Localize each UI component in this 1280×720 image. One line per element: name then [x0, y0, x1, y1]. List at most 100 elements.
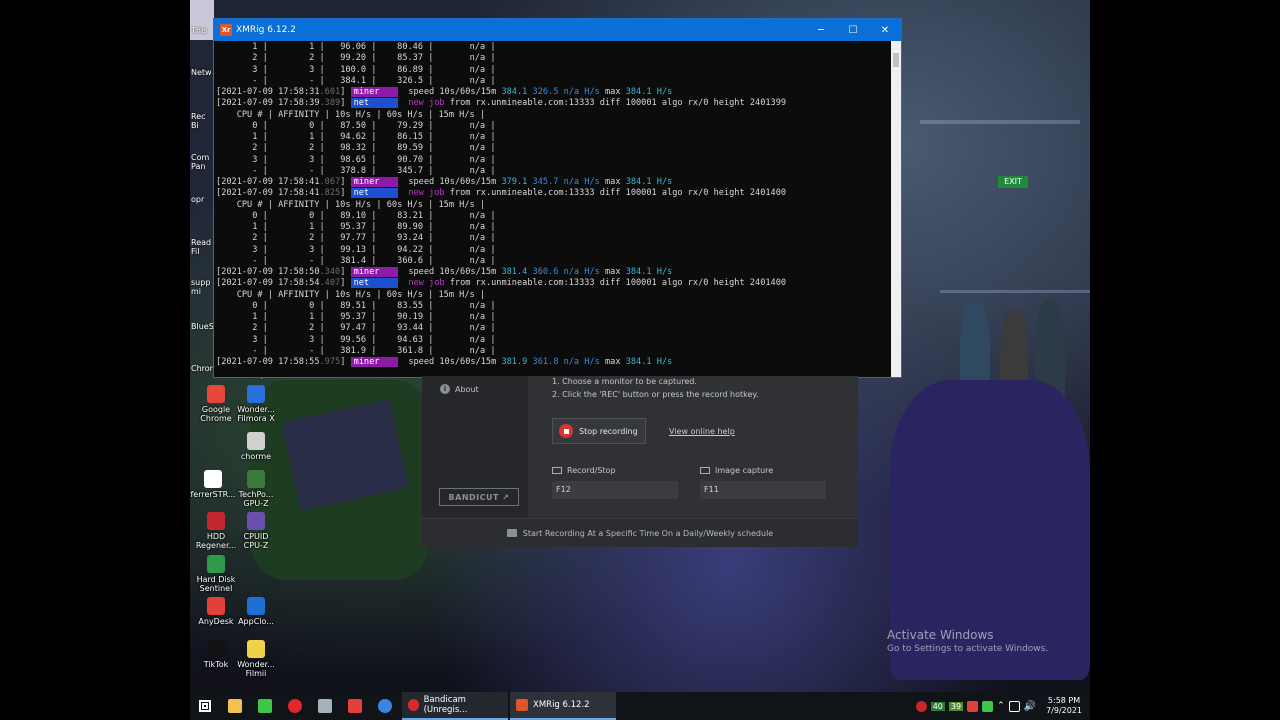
- image-capture-hotkey-field[interactable]: F11: [700, 481, 826, 499]
- speed-15m: n/a: [433, 300, 486, 311]
- affinity-value: 1: [267, 222, 315, 232]
- desktop-icon-edge-label[interactable]: Netw: [191, 68, 213, 77]
- schedule-icon: [506, 529, 517, 537]
- desktop-icon-edge-label[interactable]: Read Fil: [191, 238, 213, 256]
- volume-icon[interactable]: 🔊: [1024, 701, 1036, 712]
- console-line: 0 | 0 | 89.51 | 83.55 | n/a |: [236, 300, 496, 311]
- file-explorer-icon[interactable]: [220, 692, 250, 720]
- bandicam-sidebar: i About BANDICUT ↗: [422, 376, 528, 518]
- desktop-icon-edge-label[interactable]: opr: [191, 195, 213, 204]
- instruction-step-1: 1. Choose a monitor to be captured.: [552, 377, 697, 386]
- close-icon[interactable]: ✕: [869, 19, 901, 41]
- xmrig-titlebar[interactable]: Xr XMRig 6.12.2 ─ ☐ ✕: [214, 19, 901, 41]
- desktop-icon-edge-label[interactable]: Com Pan: [191, 153, 213, 171]
- log-time: 2021-07-09 17:58:41: [221, 188, 320, 199]
- speed-10s: 96.06: [324, 42, 367, 52]
- ceiling-light: [920, 120, 1080, 124]
- desktop-icon-edge-label[interactable]: BlueS: [191, 322, 213, 331]
- desktop-icon-label: Wonder... Filmii: [237, 660, 275, 678]
- greenshot-tray-icon[interactable]: [982, 700, 994, 712]
- about-menu-item[interactable]: i About: [440, 384, 479, 394]
- stop-recording-button[interactable]: Stop recording: [552, 418, 646, 444]
- speed-10s: 384.1: [501, 87, 528, 97]
- xmrig-app-icon: Xr: [220, 24, 232, 36]
- desktop-icon[interactable]: chorme: [233, 432, 279, 461]
- network-icon[interactable]: [1008, 700, 1020, 712]
- console-line: 3 | 3 | 99.13 | 94.22 | n/a |: [236, 244, 496, 255]
- tray-counter-2[interactable]: 39: [948, 701, 964, 711]
- hashrate-table-header: CPU # | AFFINITY | 10s H/s | 60s H/s | 1…: [216, 289, 486, 300]
- taskbar-app-button[interactable]: XMRig 6.12.2: [510, 692, 616, 720]
- stop-icon: [559, 424, 573, 438]
- cpu-index: 3: [236, 334, 258, 345]
- job-height: 2401400: [749, 278, 787, 289]
- app-icon: [247, 470, 265, 488]
- desktop-icon-edge-label[interactable]: Chrom: [191, 364, 213, 373]
- record-tray-icon[interactable]: [915, 700, 927, 712]
- app-icon: [408, 699, 419, 711]
- taskbar-glyph: [318, 699, 332, 713]
- desktop-icon-label: ferrerSTR...: [190, 490, 236, 499]
- browser-icon[interactable]: [370, 692, 400, 720]
- start-icon[interactable]: [190, 692, 220, 720]
- console-scrollbar[interactable]: [891, 41, 901, 377]
- maximize-icon[interactable]: ☐: [837, 19, 869, 41]
- greenshot-icon[interactable]: [250, 692, 280, 720]
- console-line: - | - | 378.8 | 345.7 | n/a |: [236, 165, 496, 176]
- record-stop-hotkey-field[interactable]: F12: [552, 481, 678, 499]
- clock[interactable]: 5:58 PM 7/9/2021: [1046, 696, 1082, 716]
- desktop-icon-edge-label[interactable]: supp mi: [191, 278, 213, 296]
- console-line: [2021-07-09 17:58:41.825] net new job fr…: [216, 188, 787, 199]
- speed-60s: 90.70: [376, 154, 424, 165]
- speed-15m: n/a: [433, 244, 486, 255]
- job-algo: rx/0: [687, 278, 709, 289]
- opera-icon[interactable]: [280, 692, 310, 720]
- speed-15m: n/a: [433, 120, 486, 131]
- affinity-value: -: [267, 165, 315, 176]
- console-output[interactable]: 1 | 1 | 96.06 | 80.46 | n/a | 2 | 2 | 99…: [214, 41, 891, 377]
- vmware-icon[interactable]: [310, 692, 340, 720]
- tray-counter-1[interactable]: 40: [930, 701, 945, 711]
- cpu-index: 0: [236, 210, 258, 221]
- app-icon: [247, 385, 265, 403]
- log-ms: .407: [319, 278, 341, 289]
- scrollbar-thumb[interactable]: [893, 53, 899, 67]
- bandicut-logo-button[interactable]: BANDICUT ↗: [439, 488, 519, 506]
- net-tag: net: [350, 278, 398, 289]
- image-capture-label: Image capture: [715, 466, 774, 475]
- speed-max: 384.1: [625, 87, 652, 97]
- activate-windows-watermark: Activate Windows Go to Settings to activ…: [887, 628, 1048, 654]
- minimize-icon[interactable]: ─: [805, 19, 837, 41]
- desktop-icon[interactable]: Wonder... Filmii: [233, 640, 279, 678]
- log-time: 2021-07-09 17:58:50: [221, 267, 320, 277]
- cpu-index: 3: [236, 244, 258, 255]
- console-line: CPU # | AFFINITY | 10s H/s | 60s H/s | 1…: [216, 110, 891, 121]
- taskbar-app-button[interactable]: Bandicam (Unregis...: [402, 692, 508, 720]
- speed-10s: 100.0: [324, 64, 367, 75]
- clock-time: 5:58 PM: [1047, 696, 1081, 705]
- desktop-icon[interactable]: Wonder... Filmora X: [233, 385, 279, 423]
- desktop-icon[interactable]: CPUID CPU-Z: [233, 512, 279, 550]
- chevron-up-icon[interactable]: ⌃: [997, 701, 1005, 711]
- speed-15m: n/a: [433, 165, 486, 176]
- console-line: [2021-07-09 17:58:54.407] net new job fr…: [216, 278, 787, 289]
- anydesk-tray-icon[interactable]: [967, 700, 979, 712]
- taskbar-glyph: [228, 699, 242, 713]
- app-icon: [516, 699, 528, 711]
- speed-60s: 361.8: [376, 345, 424, 356]
- bandicam-main: 1. Choose a monitor to be captured. 2. C…: [528, 376, 858, 518]
- affinity-value: 3: [267, 154, 315, 165]
- anydesk-icon[interactable]: [340, 692, 370, 720]
- desktop-icon[interactable]: Hard Disk Sentinel: [193, 555, 239, 593]
- speed-60s: 326.5: [376, 75, 424, 86]
- desktop-icon[interactable]: TechPo... GPU-Z: [233, 470, 279, 508]
- schedule-recording-link[interactable]: Start Recording At a Specific Time On a …: [422, 518, 858, 547]
- desktop-icon[interactable]: ferrerSTR...: [190, 470, 236, 499]
- log-ms: .601: [319, 87, 341, 97]
- desktop-icon-edge-label[interactable]: Rec Bi: [191, 112, 213, 130]
- log-time: 2021-07-09 17:58:54: [221, 278, 320, 289]
- desktop-icon[interactable]: AppClo...: [233, 597, 279, 626]
- desktop-icon-edge-label[interactable]: This: [191, 26, 213, 35]
- xmrig-window[interactable]: Xr XMRig 6.12.2 ─ ☐ ✕ 1 | 1 | 96.06 | 80…: [213, 18, 902, 378]
- view-online-help-link[interactable]: View online help: [669, 427, 735, 436]
